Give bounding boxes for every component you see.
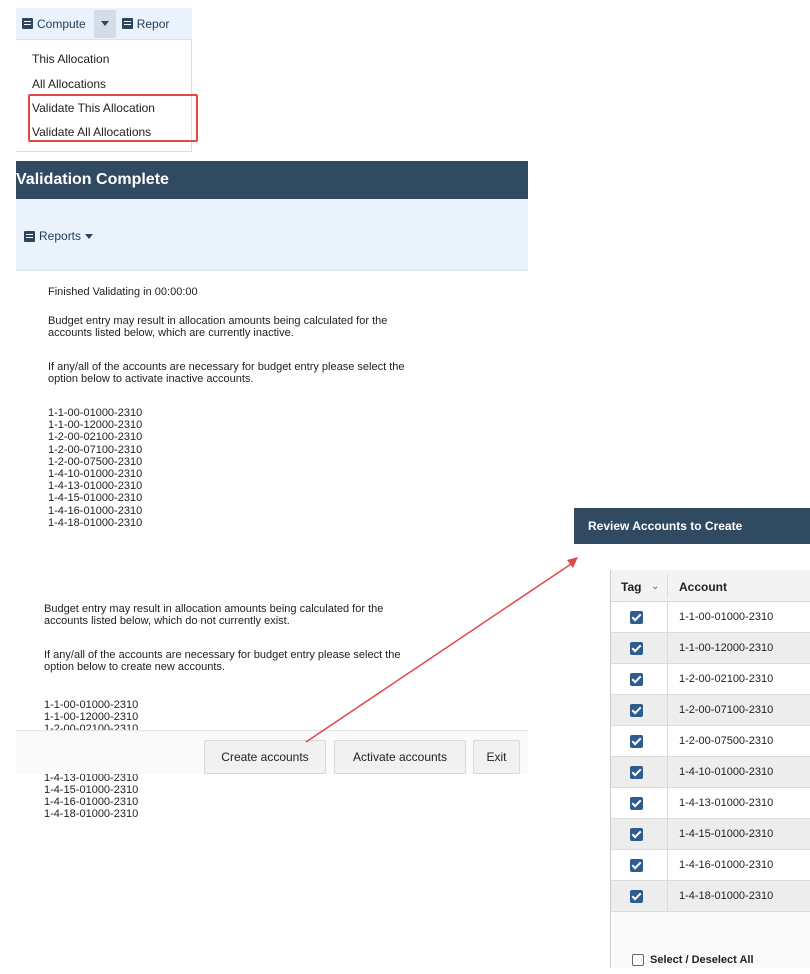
row-account: 1-4-15-01000-2310 <box>679 828 774 840</box>
row-account: 1-2-00-02100-2310 <box>679 673 774 685</box>
missing-message-line-2: accounts listed below, which do not curr… <box>44 615 290 627</box>
column-divider <box>667 850 668 881</box>
sort-chevron-icon[interactable]: ⌄ <box>651 581 659 592</box>
review-accounts-table: Tag ⌄ Account 1-1-00-01000-2310 1-1-00-12… <box>610 570 810 968</box>
compute-menu: This Allocation All Allocations Validate… <box>16 40 198 152</box>
inactive-message-line-1: Budget entry may result in allocation am… <box>48 315 388 327</box>
row-checkbox[interactable] <box>630 704 643 717</box>
row-checkbox[interactable] <box>630 611 643 624</box>
row-account: 1-4-13-01000-2310 <box>679 797 774 809</box>
row-account: 1-1-00-12000-2310 <box>679 642 774 654</box>
row-account: 1-4-18-01000-2310 <box>679 890 774 902</box>
column-divider <box>667 602 668 633</box>
missing-account-item: 1-1-00-12000-2310 <box>44 711 139 724</box>
missing-account-item: 1-1-00-01000-2310 <box>44 699 139 711</box>
menu-item-this-allocation[interactable]: This Allocation <box>32 52 109 66</box>
select-deselect-all[interactable]: Select / Deselect All <box>632 954 754 966</box>
table-row[interactable]: 1-4-16-01000-2310 <box>611 850 810 881</box>
chevron-down-icon <box>100 21 109 26</box>
select-all-checkbox[interactable] <box>632 954 644 966</box>
review-dialog-header: Review Accounts to Create <box>574 508 810 544</box>
row-account: 1-2-00-07100-2310 <box>679 704 774 716</box>
inactive-account-item: 1-1-00-01000-2310 <box>48 407 143 419</box>
report-icon <box>121 18 133 29</box>
inactive-account-item: 1-2-00-07500-2310 <box>48 455 143 468</box>
inactive-account-item: 1-4-13-01000-2310 <box>48 480 143 493</box>
table-row[interactable]: 1-2-00-02100-2310 <box>611 664 810 695</box>
inactive-question-line-1: If any/all of the accounts are necessary… <box>48 361 405 373</box>
create-accounts-button[interactable]: Create accounts <box>204 740 326 774</box>
chevron-down-icon <box>85 233 94 239</box>
compute-button[interactable]: Compute <box>16 10 92 38</box>
table-row[interactable]: 1-4-13-01000-2310 <box>611 788 810 819</box>
inactive-account-item: 1-1-00-12000-2310 <box>48 419 143 432</box>
row-account: 1-4-16-01000-2310 <box>679 859 774 871</box>
column-divider <box>667 695 668 726</box>
column-divider <box>667 757 668 788</box>
compute-label: Compute <box>37 16 86 31</box>
inactive-message-line-2: accounts listed below, which are current… <box>48 327 294 339</box>
inactive-account-item: 1-4-10-01000-2310 <box>48 468 143 480</box>
row-checkbox[interactable] <box>630 859 643 872</box>
column-divider <box>667 664 668 695</box>
row-checkbox[interactable] <box>630 735 643 748</box>
column-header-tag[interactable]: Tag <box>621 580 641 594</box>
row-checkbox[interactable] <box>630 797 643 810</box>
column-header-account[interactable]: Account <box>679 580 727 594</box>
inactive-account-item: 1-4-18-01000-2310 <box>48 516 143 529</box>
column-divider <box>667 633 668 664</box>
column-divider <box>667 574 668 598</box>
inactive-account-item: 1-2-00-02100-2310 <box>48 431 143 444</box>
row-checkbox[interactable] <box>630 766 643 779</box>
table-row[interactable]: 1-2-00-07500-2310 <box>611 726 810 757</box>
report-icon <box>24 230 35 242</box>
validation-dialog-toolbar: Reports <box>16 199 528 271</box>
validation-reports-button[interactable]: Reports <box>24 229 94 243</box>
inactive-account-item: 1-2-00-07100-2310 <box>48 443 143 456</box>
table-row[interactable]: 1-2-00-07100-2310 <box>611 695 810 726</box>
inactive-account-item: 1-4-16-01000-2310 <box>48 504 143 517</box>
validation-dialog-title: Validation Complete <box>16 171 169 188</box>
missing-account-item: 1-4-16-01000-2310 <box>44 795 139 808</box>
finished-message: Finished Validating in 00:00:00 <box>48 286 198 298</box>
missing-question-line-1: If any/all of the accounts are necessary… <box>44 649 401 661</box>
row-checkbox[interactable] <box>630 828 643 841</box>
menu-item-all-allocations[interactable]: All Allocations <box>32 77 106 91</box>
missing-question-line-2: option below to create new accounts. <box>44 661 226 673</box>
table-row[interactable]: 1-4-18-01000-2310 <box>611 881 810 912</box>
missing-account-item: 1-4-18-01000-2310 <box>44 807 139 820</box>
inactive-account-item: 1-4-15-01000-2310 <box>48 492 143 505</box>
validate-highlight-box <box>28 94 198 142</box>
column-divider <box>667 726 668 757</box>
row-account: 1-2-00-07500-2310 <box>679 735 774 747</box>
table-row[interactable]: 1-4-10-01000-2310 <box>611 757 810 788</box>
table-row[interactable]: 1-1-00-01000-2310 <box>611 602 810 633</box>
validation-reports-label: Reports <box>39 229 82 243</box>
exit-button[interactable]: Exit <box>473 740 520 774</box>
activate-accounts-button[interactable]: Activate accounts <box>334 740 466 774</box>
compute-dropdown-toggle[interactable] <box>93 9 116 38</box>
column-divider <box>667 788 668 819</box>
column-divider <box>667 819 668 850</box>
inactive-question-line-2: option below to activate inactive accoun… <box>48 373 254 385</box>
table-row[interactable]: 1-4-15-01000-2310 <box>611 819 810 850</box>
validation-dialog-header: Validation Complete <box>16 161 528 199</box>
row-account: 1-1-00-01000-2310 <box>679 611 774 623</box>
validation-dialog-body: Finished Validating in 00:00:00 Budget e… <box>16 272 528 730</box>
review-dialog-title: Review Accounts to Create <box>588 519 743 533</box>
row-checkbox[interactable] <box>630 673 643 686</box>
row-checkbox[interactable] <box>630 890 643 903</box>
reports-button[interactable]: Repor <box>116 10 176 38</box>
top-toolbar: Compute Repor <box>16 8 192 40</box>
row-account: 1-4-10-01000-2310 <box>679 766 774 778</box>
select-all-label: Select / Deselect All <box>650 954 754 966</box>
table-header: Tag ⌄ Account <box>611 570 810 602</box>
missing-account-item: 1-4-15-01000-2310 <box>44 783 139 796</box>
column-divider <box>667 881 668 912</box>
missing-message-line-1: Budget entry may result in allocation am… <box>44 603 384 615</box>
row-checkbox[interactable] <box>630 642 643 655</box>
reports-label: Repor <box>136 16 170 31</box>
table-row[interactable]: 1-1-00-12000-2310 <box>611 633 810 664</box>
calculator-icon <box>22 18 33 29</box>
